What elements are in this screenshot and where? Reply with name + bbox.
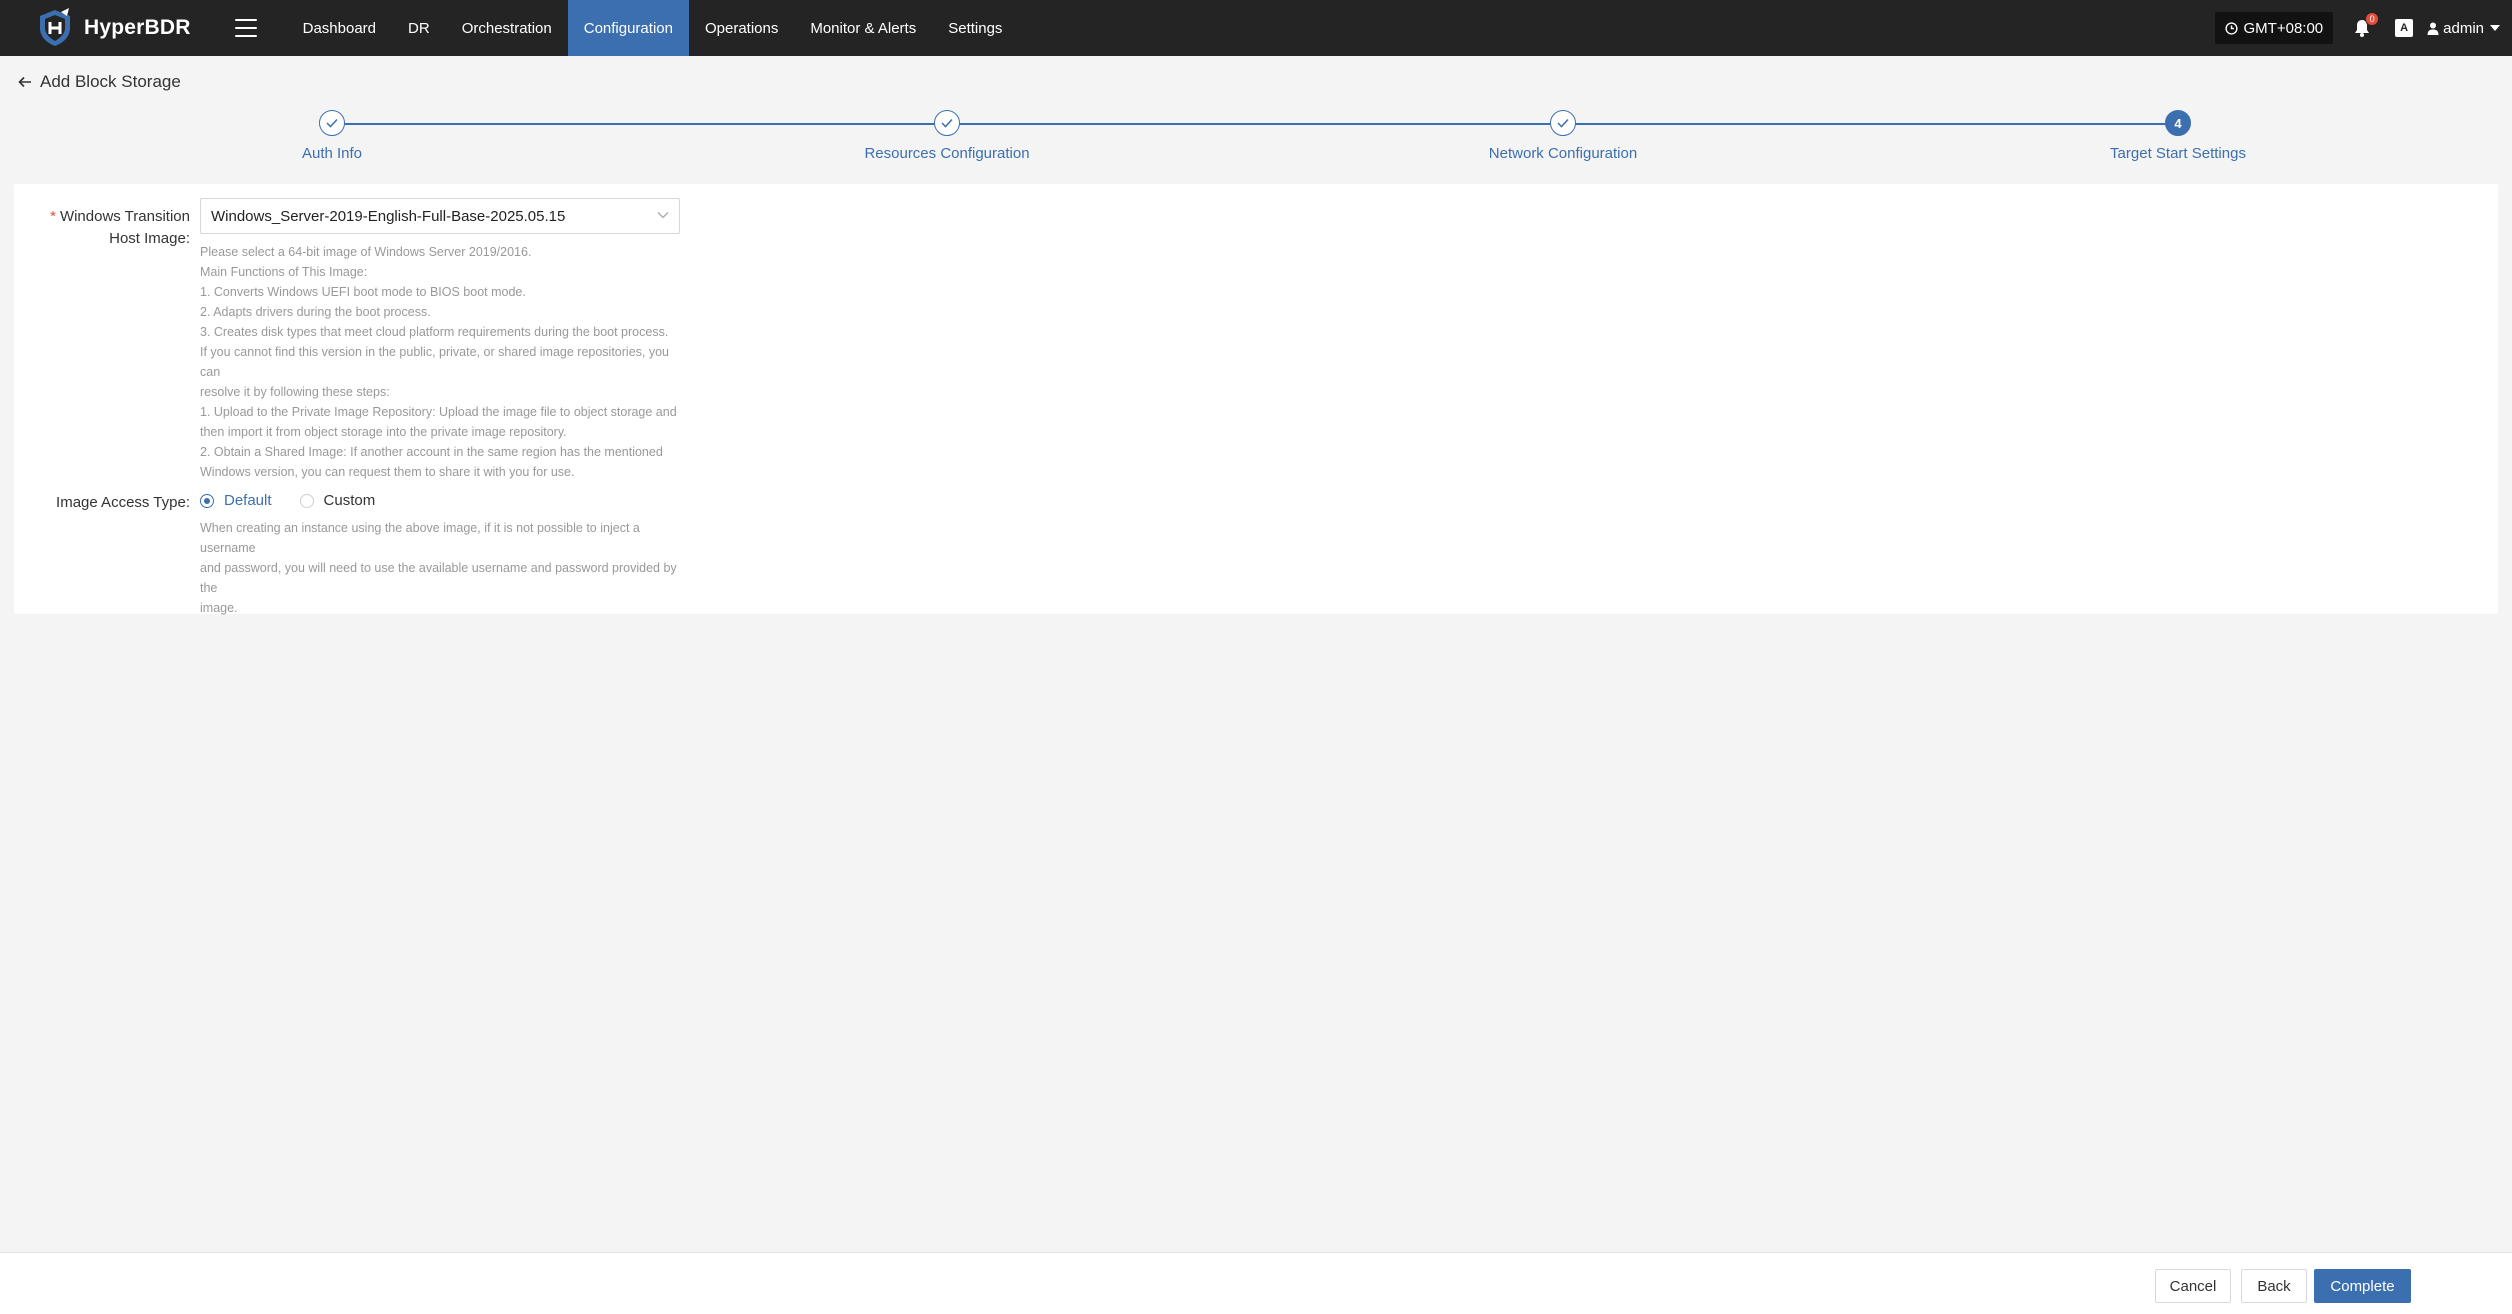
nav-settings[interactable]: Settings xyxy=(932,0,1018,56)
user-menu[interactable]: admin xyxy=(2427,20,2500,37)
help-line: resolve it by following these steps: xyxy=(200,385,390,399)
help-line: then import it from object storage into … xyxy=(200,425,567,439)
username: admin xyxy=(2443,19,2484,37)
main-nav: Dashboard DR Orchestration Configuration… xyxy=(287,0,1019,56)
image-label-wrap: * Windows Transition Host Image: xyxy=(14,206,190,250)
radio-label: Default xyxy=(224,492,272,509)
help-line: If you cannot find this version in the p… xyxy=(200,345,670,379)
back-button[interactable]: Back xyxy=(2241,1269,2307,1303)
menu-toggle-icon[interactable] xyxy=(234,19,257,37)
step-label: Target Start Settings xyxy=(2110,145,2246,162)
access-type-radio-group: Default Custom xyxy=(200,492,403,509)
page-header: Add Block Storage xyxy=(18,72,181,92)
help-line: 1. Converts Windows UEFI boot mode to BI… xyxy=(200,285,526,299)
radio-checked-icon xyxy=(200,493,214,508)
top-navigation-bar: HyperBDR Dashboard DR Orchestration Conf… xyxy=(0,0,2512,56)
nav-monitor-alerts[interactable]: Monitor & Alerts xyxy=(794,0,932,56)
required-asterisk: * xyxy=(50,208,56,225)
nav-orchestration[interactable]: Orchestration xyxy=(446,0,568,56)
form-card: * Windows Transition Host Image: Windows_… xyxy=(14,184,2498,615)
page-title: Add Block Storage xyxy=(40,72,181,91)
image-label: * Windows Transition xyxy=(0,206,190,228)
access-label-wrap: Image Access Type: xyxy=(14,492,190,514)
brand[interactable]: HyperBDR xyxy=(36,0,191,56)
chevron-down-icon xyxy=(657,212,669,219)
language-icon[interactable]: A xyxy=(2395,19,2414,37)
step-label: Network Configuration xyxy=(1488,145,1638,162)
notification-badge: 0 xyxy=(2365,12,2380,26)
image-help-text: Please select a 64-bit image of Windows … xyxy=(200,242,690,482)
topbar-right: GMT+08:00 0 A admin xyxy=(2214,0,2500,56)
help-line: image. xyxy=(200,601,238,615)
nav-operations[interactable]: Operations xyxy=(689,0,794,56)
radio-label: Custom xyxy=(323,492,376,509)
step-number: 4 xyxy=(2165,110,2191,136)
radio-default[interactable]: Default xyxy=(200,492,272,509)
image-label-line1: Windows Transition xyxy=(59,208,190,225)
windows-image-select[interactable]: Windows_Server-2019-English-Full-Base-20… xyxy=(200,198,680,234)
help-line: 2. Adapts drivers during the boot proces… xyxy=(200,305,431,319)
step-connector-line xyxy=(332,123,2178,125)
help-line: 2. Obtain a Shared Image: If another acc… xyxy=(200,445,663,459)
help-line: Main Functions of This Image: xyxy=(200,265,368,279)
check-icon xyxy=(1550,110,1576,136)
brand-name: HyperBDR xyxy=(84,16,191,39)
access-help-text: When creating an instance using the abov… xyxy=(200,518,690,618)
help-line: When creating an instance using the abov… xyxy=(200,521,640,555)
timezone-label: GMT+08:00 xyxy=(2243,19,2324,37)
nav-dr[interactable]: DR xyxy=(392,0,446,56)
nav-dashboard[interactable]: Dashboard xyxy=(287,0,392,56)
check-icon xyxy=(319,110,345,136)
timezone-button[interactable]: GMT+08:00 xyxy=(2214,12,2334,44)
notifications-button[interactable]: 0 xyxy=(2351,12,2380,40)
help-line: 1. Upload to the Private Image Repositor… xyxy=(200,405,677,419)
radio-custom[interactable]: Custom xyxy=(299,492,376,509)
complete-button[interactable]: Complete xyxy=(2314,1269,2411,1303)
step-auth-info: Auth Info xyxy=(182,110,482,162)
step-network-configuration: Network Configuration xyxy=(1413,110,1713,162)
step-label: Auth Info xyxy=(301,145,363,162)
footer-actions: Cancel Back Complete xyxy=(0,1252,2512,1314)
wizard-steps: Auth Info Resources Configuration Networ… xyxy=(0,110,2512,170)
chevron-down-icon xyxy=(2490,25,2500,31)
clock-icon xyxy=(2224,21,2238,35)
help-line: 3. Creates disk types that meet cloud pl… xyxy=(200,325,669,339)
user-icon xyxy=(2427,22,2439,35)
help-line: Please select a 64-bit image of Windows … xyxy=(200,245,532,259)
step-target-start-settings: 4 Target Start Settings xyxy=(2028,110,2328,162)
image-label-line2: Host Image: xyxy=(109,230,190,247)
help-line: Windows version, you can request them to… xyxy=(200,465,575,479)
radio-unchecked-icon xyxy=(299,493,314,508)
nav-configuration[interactable]: Configuration xyxy=(567,0,689,56)
help-line: and password, you will need to use the a… xyxy=(200,561,677,595)
back-arrow-icon[interactable] xyxy=(18,76,32,88)
step-resources-configuration: Resources Configuration xyxy=(797,110,1097,162)
cancel-button[interactable]: Cancel xyxy=(2155,1269,2231,1303)
select-value: Windows_Server-2019-English-Full-Base-20… xyxy=(211,207,566,225)
access-type-label: Image Access Type: xyxy=(56,494,190,511)
check-icon xyxy=(934,110,960,136)
step-label: Resources Configuration xyxy=(864,145,1030,162)
hyperbdr-logo-icon xyxy=(40,8,70,46)
